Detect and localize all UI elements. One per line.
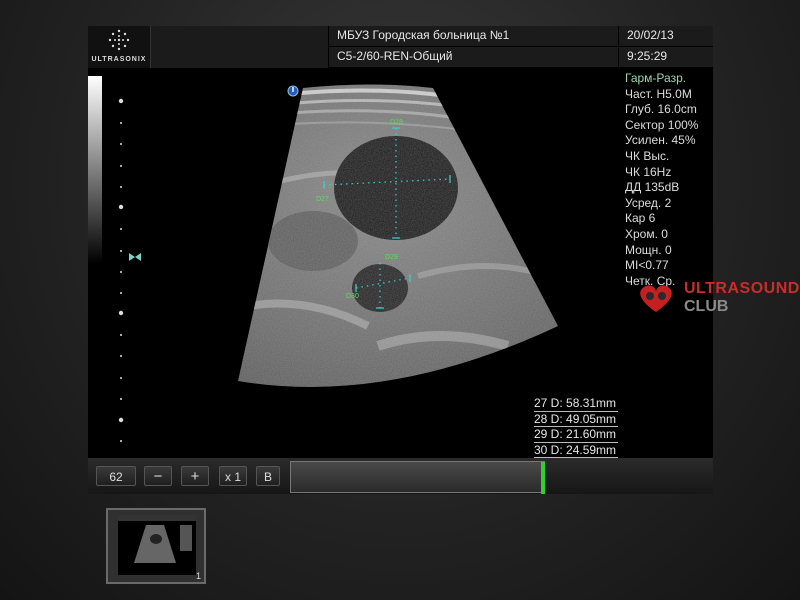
increase-button[interactable]: + bbox=[181, 466, 209, 486]
exam-date: 20/02/13 bbox=[619, 26, 713, 46]
param-item: Глуб. 16.0cm bbox=[625, 102, 697, 117]
focus-marker-icon[interactable] bbox=[128, 252, 142, 262]
decrease-button[interactable]: − bbox=[144, 466, 172, 486]
watermark: ULTRASOUND CLUB bbox=[636, 280, 800, 320]
measurement-row: 30 D: 24.59mm bbox=[534, 442, 618, 459]
param-item: Част. H5.0M bbox=[625, 86, 692, 101]
preset-name: C5-2/60-REN-Общий bbox=[329, 47, 618, 67]
measurement-row: 29 D: 21.60mm bbox=[534, 427, 618, 443]
param-item: Сектор 100% bbox=[625, 117, 699, 132]
b-mode-button[interactable]: B bbox=[256, 466, 280, 486]
imaging-parameters: Гарм-Разр. Част. H5.0M Глуб. 16.0cm Сект… bbox=[625, 71, 715, 289]
thumbnail-image bbox=[118, 515, 196, 563]
watermark-line1: ULTRASOUND bbox=[684, 280, 800, 297]
cine-position-marker[interactable] bbox=[541, 462, 545, 494]
caliper-label: D30 bbox=[346, 293, 359, 300]
param-item: ЧК 16Hz bbox=[625, 164, 672, 179]
param-item: Усред. 2 bbox=[625, 195, 672, 210]
thumbnail-number: 1 bbox=[195, 571, 201, 581]
ultrasound-screen: ULTRASONIX МБУЗ Городская больница №1 C5… bbox=[88, 26, 799, 459]
caliper-label: D27 bbox=[316, 196, 329, 203]
header-blank bbox=[151, 26, 328, 68]
depth-scale bbox=[118, 98, 124, 442]
param-item: Кар 6 bbox=[625, 211, 656, 226]
caliper-label: D29 bbox=[385, 254, 398, 261]
param-item: ЧК Выс. bbox=[625, 148, 670, 163]
logo: ULTRASONIX bbox=[88, 26, 151, 68]
param-item: ДД 135dB bbox=[625, 180, 680, 195]
ultrasonix-logo-icon bbox=[108, 29, 130, 51]
frame-counter[interactable]: 62 bbox=[96, 466, 136, 486]
param-mode: Гарм-Разр. bbox=[625, 71, 687, 85]
watermark-line2: CLUB bbox=[684, 298, 729, 315]
param-item: Мощн. 0 bbox=[625, 242, 672, 257]
hospital-name: МБУЗ Городская больница №1 bbox=[329, 26, 618, 46]
measurement-results: 27 D: 58.31mm 28 D: 49.05mm 29 D: 21.60m… bbox=[534, 396, 709, 459]
caliper-label: D28 bbox=[390, 119, 403, 126]
grayscale-bar bbox=[88, 76, 102, 264]
param-item: Хром. 0 bbox=[625, 226, 668, 241]
measurement-row: 27 D: 58.31mm bbox=[534, 396, 618, 412]
orientation-marker-icon bbox=[287, 85, 299, 97]
measurement-row: 28 D: 49.05mm bbox=[534, 411, 618, 428]
logo-text: ULTRASONIX bbox=[91, 56, 147, 63]
cine-slider[interactable] bbox=[290, 461, 545, 494]
heart-logo-icon bbox=[640, 285, 672, 312]
param-item: MI<0.77 bbox=[625, 258, 669, 273]
param-item: Усилен. 45% bbox=[625, 133, 696, 148]
exam-time: 9:25:29 bbox=[619, 47, 713, 67]
thumbnail-preview bbox=[118, 515, 196, 575]
zoom-button[interactable]: x 1 bbox=[219, 466, 247, 486]
control-bar: 62 − + x 1 B bbox=[88, 458, 713, 494]
image-thumbnail[interactable]: 1 bbox=[106, 508, 206, 584]
